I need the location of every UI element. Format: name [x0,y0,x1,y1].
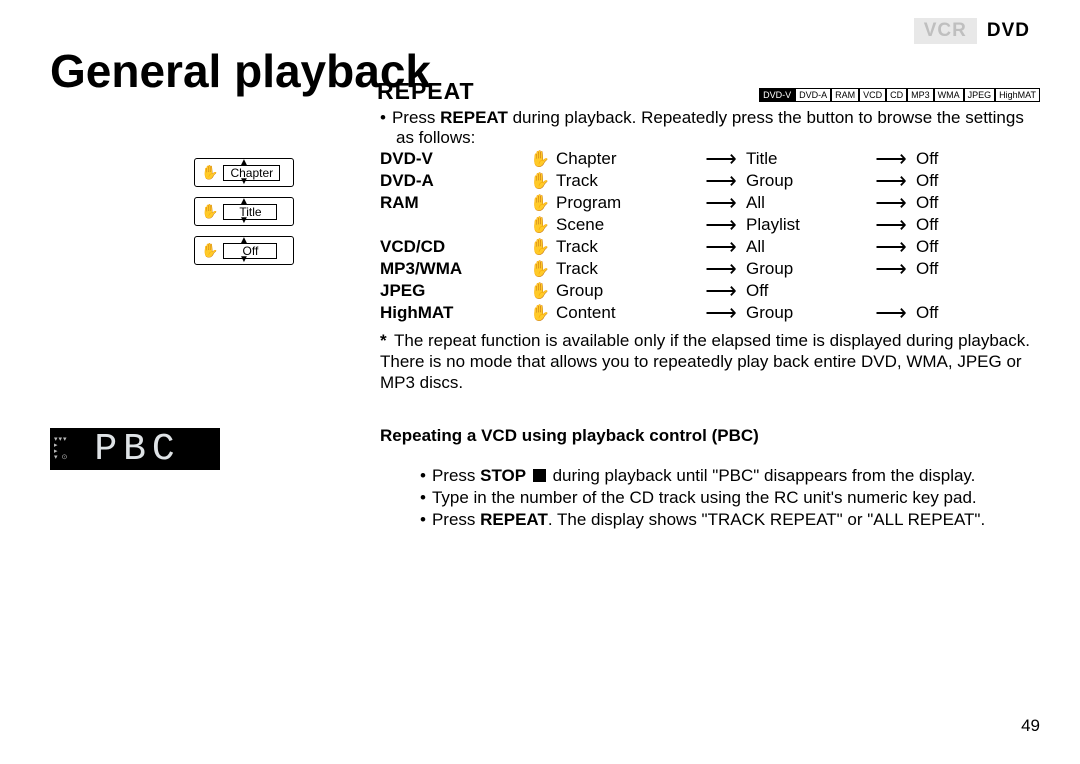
vfd-display: ▾▾▾▸▸▾ ⊙ PBC [50,428,220,470]
repeat-icon: ✋ [530,237,556,257]
table-row: DVD-V✋ Chapter⟶ Title⟶ Off [380,146,1040,168]
arrow-down-icon: ▼ [239,179,249,185]
repeat-icon: ✋ [530,149,556,169]
arrow-up-icon: ▲ [239,238,249,244]
modebox-label: Chapter [223,165,280,181]
arrow-down-icon: ▼ [239,257,249,263]
repeat-icon: ✋ [530,215,556,235]
table-row: MP3/WMA✋ Track⟶ Group⟶ Off [380,256,1040,278]
table-row: DVD-A✋ Track⟶ Group⟶ Off [380,168,1040,190]
badge-highmat: HighMAT [995,88,1040,102]
badge-jpeg: JPEG [964,88,996,102]
repeat-icon: ✋ [201,203,218,220]
display-indicators: ▾▾▾▸▸▾ ⊙ [54,437,68,461]
format-badges: DVD-V DVD-A RAM VCD CD MP3 WMA JPEG High… [759,88,1040,102]
page-number: 49 [1021,716,1040,736]
repeat-icon: ✋ [201,164,218,181]
repeat-icon: ✋ [530,259,556,279]
mode-tabs: VCR DVD [914,18,1040,44]
modebox-label: Off [223,243,277,259]
badge-mp3: MP3 [907,88,934,102]
tab-vcr: VCR [914,18,977,44]
badge-dvda: DVD-A [795,88,831,102]
section-heading: REPEAT [377,78,475,105]
repeat-table: DVD-V✋ Chapter⟶ Title⟶ Off DVD-A✋ Track⟶… [380,146,1040,322]
badge-ram: RAM [831,88,859,102]
modebox-off: ▲ ✋ Off ▼ [194,236,294,265]
modebox-chapter: ▲ ✋ Chapter ▼ [194,158,294,187]
arrow-down-icon: ▼ [239,218,249,224]
table-row: ✋ Scene⟶ Playlist⟶ Off [380,212,1040,234]
badge-cd: CD [886,88,907,102]
modebox-label: Title [223,204,277,220]
repeat-icon: ✋ [530,281,556,301]
repeat-icon: ✋ [530,193,556,213]
badge-dvdv: DVD-V [759,88,795,102]
table-row: RAM✋ Program⟶ All⟶ Off [380,190,1040,212]
arrow-up-icon: ▲ [239,160,249,166]
table-row: JPEG✋ Group⟶ Off [380,278,1040,300]
repeat-icon: ✋ [530,171,556,191]
pbc-steps: •Press STOP during playback until "PBC" … [396,465,1040,531]
arrow-right-icon: ⟶ [866,300,916,326]
display-text: PBC [94,428,180,471]
note-text: *The repeat function is available only i… [380,330,1040,393]
repeat-mode-diagram: ▲ ✋ Chapter ▼ ▲ ✋ Title ▼ ▲ ✋ Off ▼ [194,158,294,275]
table-row: HighMAT✋ Content⟶ Group⟶ Off [380,300,1040,322]
badge-wma: WMA [934,88,964,102]
arrow-up-icon: ▲ [239,199,249,205]
tab-dvd: DVD [977,18,1040,44]
repeat-icon: ✋ [201,242,218,259]
intro-text: •Press REPEAT during playback. Repeatedl… [396,108,1040,148]
subheading-pbc: Repeating a VCD using playback control (… [380,426,759,446]
modebox-title: ▲ ✋ Title ▼ [194,197,294,226]
stop-icon [533,469,546,482]
table-row: VCD/CD✋ Track⟶ All⟶ Off [380,234,1040,256]
repeat-icon: ✋ [530,303,556,323]
arrow-right-icon: ⟶ [696,300,746,326]
arrow-right-icon: ⟶ [866,256,916,282]
page-title: General playback [50,44,431,98]
badge-vcd: VCD [859,88,886,102]
